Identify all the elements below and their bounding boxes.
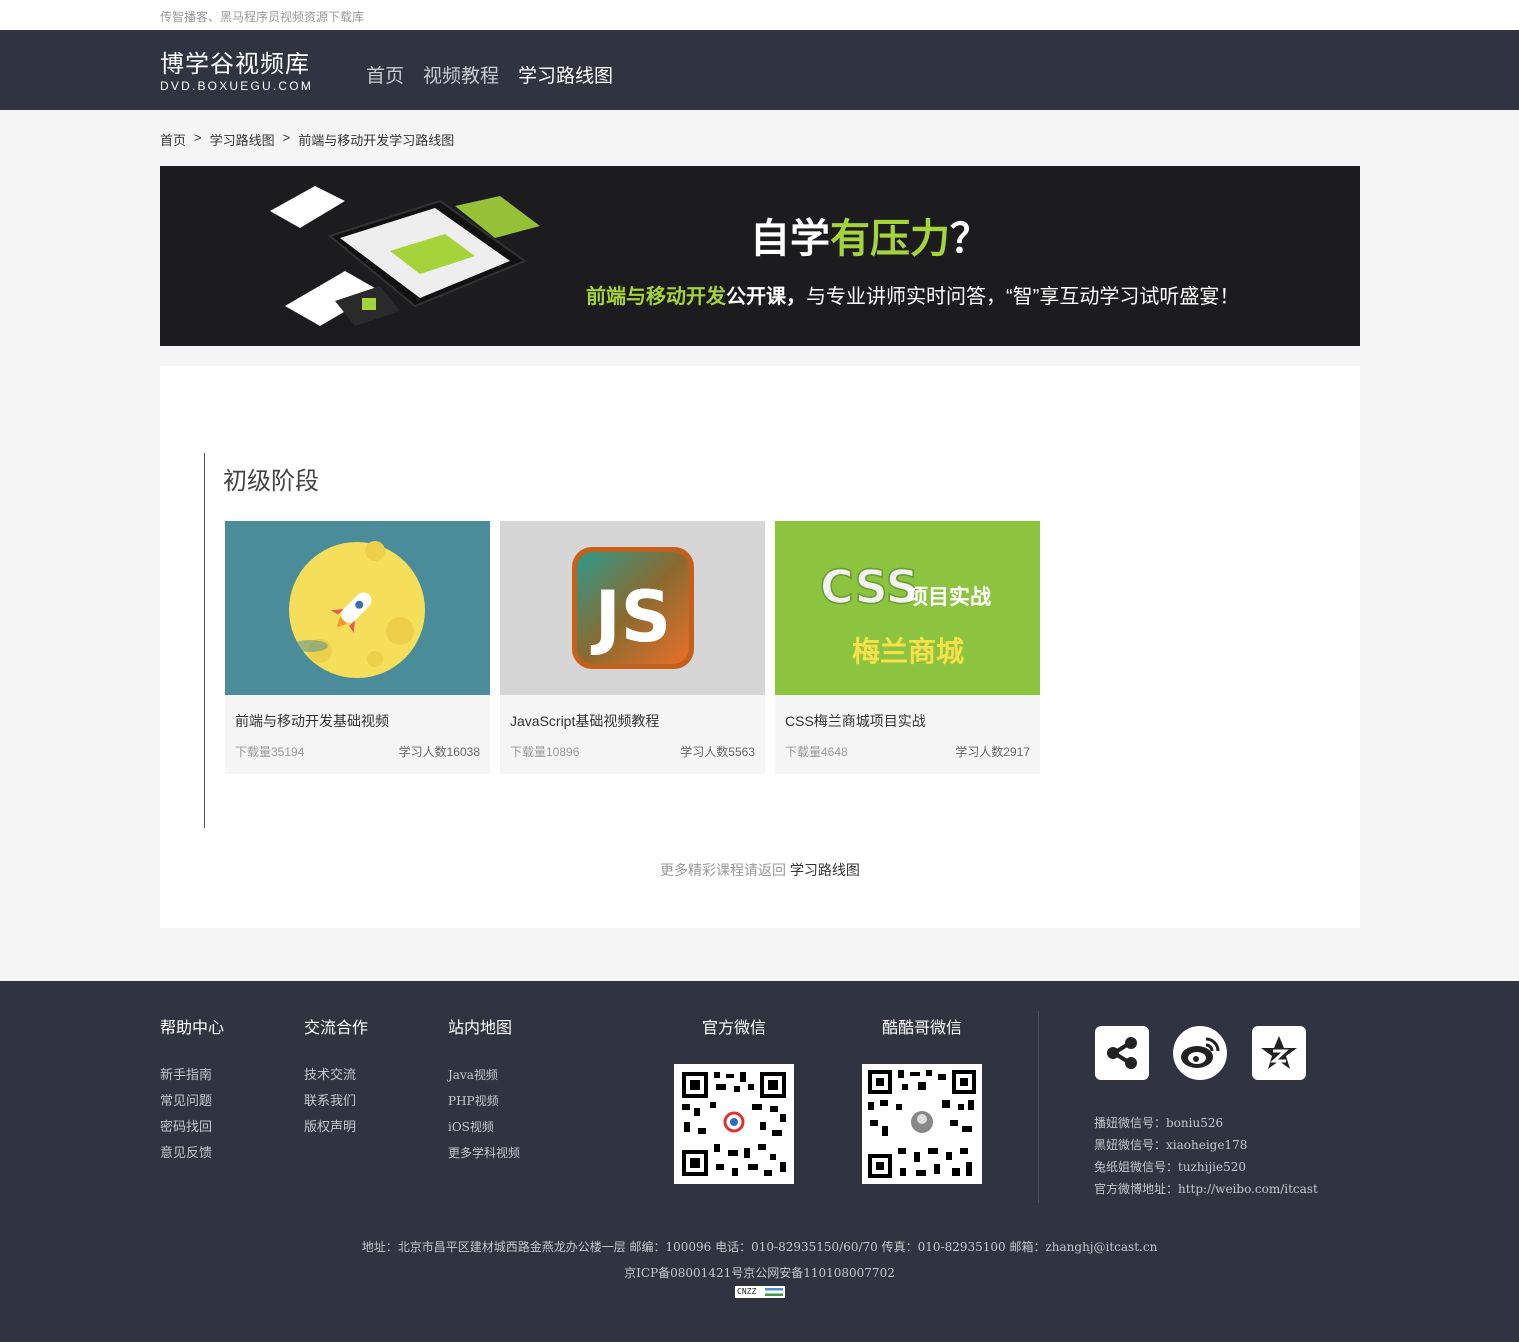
footer-link[interactable]: 意见反馈 (160, 1140, 224, 1166)
banner-headline: 自学有压力？ (750, 217, 990, 261)
footer-address: 地址：北京市昌平区建材城西路金燕龙办公楼一层 邮编：100096 电话：010-… (361, 1240, 1158, 1254)
logo-title[interactable]: 博学谷视频库 (160, 44, 310, 79)
rocket-moon-icon (289, 541, 425, 678)
course-thumbnail[interactable]: JS (500, 521, 765, 695)
weibo-icon[interactable] (1173, 1026, 1227, 1080)
course-downloads: 下载量4648 (785, 745, 848, 759)
kuku-wechat-title: 酷酷哥微信 (881, 1020, 962, 1037)
cnzz-badge[interactable]: CNZZ (735, 1286, 785, 1298)
official-wechat-block: 官方微信 (674, 1014, 794, 1184)
banner-subtitle: 前端与移动开发公开课，与专业讲师实时问答，“智”享互动学习试听盛宴！ (586, 286, 1240, 308)
course-name[interactable]: JavaScript基础视频教程 (510, 711, 659, 731)
footer-divider (1038, 1011, 1039, 1203)
footer-link[interactable]: 更多学科视频 (448, 1140, 520, 1166)
footer-sitemap-title: 站内地图 (448, 1020, 513, 1037)
svg-text:JS: JS (591, 576, 671, 658)
breadcrumb-separator: > (194, 130, 202, 145)
contact-line: 兔纸姐微信号：tuzhijie520 (1094, 1160, 1247, 1174)
official-wechat-qr-code (674, 1064, 794, 1184)
footer-coop-column: 交流合作 技术交流 联系我们 版权声明 (304, 1014, 368, 1140)
course-card[interactable]: 前端与移动开发基础视频 下载量35194 学习人数16038 (225, 521, 490, 774)
contact-line[interactable]: 官方微博地址：http://weibo.com/itcast (1094, 1178, 1318, 1200)
course-students: 学习人数2917 (955, 745, 1030, 759)
course-card[interactable]: JS JavaScript基础视频教程 下载量10896 学习人数5563 (500, 521, 765, 774)
course-students: 学习人数5563 (680, 745, 755, 759)
official-wechat-title: 官方微信 (701, 1020, 766, 1037)
course-students: 学习人数16038 (398, 745, 480, 759)
course-thumbnail[interactable] (225, 521, 490, 695)
footer-link[interactable]: 常见问题 (160, 1088, 224, 1114)
course-downloads: 下载量35194 (235, 745, 305, 759)
kuku-wechat-block: 酷酷哥微信 (862, 1014, 982, 1184)
contact-line: 黑妞微信号：xiaoheige178 (1094, 1138, 1248, 1152)
contact-info: 播妞微信号：boniu526 黑妞微信号：xiaoheige178 兔纸姐微信号… (1094, 1112, 1318, 1200)
footer-icp[interactable]: 京ICP备08001421号京公网安备110108007702 (0, 1264, 1519, 1281)
kuku-wechat-qr-code (862, 1064, 982, 1184)
course-downloads: 下载量10896 (510, 745, 580, 759)
course-panel: 初级阶段 前端与移动开发基础视频 下载量35194 学习人数16038 JS J… (160, 366, 1360, 928)
footer-help-column: 帮助中心 新手指南 常见问题 密码找回 意见反馈 (160, 1014, 224, 1166)
js-logo-icon: JS (572, 547, 694, 669)
svg-text:梅兰商城: 梅兰商城 (852, 635, 964, 668)
nav-learning-roadmap[interactable]: 学习路线图 (518, 61, 613, 88)
breadcrumb-current: 前端与移动开发学习路线图 (298, 133, 455, 148)
breadcrumb-separator: > (282, 130, 291, 145)
stage-timeline-line (204, 453, 205, 828)
stage-title: 初级阶段 (223, 468, 319, 495)
phone-mockup-illustration (270, 186, 540, 326)
footer-link[interactable]: 密码找回 (160, 1114, 224, 1140)
nav-home[interactable]: 首页 (366, 61, 404, 88)
footer-link[interactable]: 技术交流 (304, 1062, 368, 1088)
footer-coop-title: 交流合作 (304, 1020, 369, 1037)
footer-link[interactable]: 联系我们 (304, 1088, 368, 1114)
share-icon[interactable] (1095, 1026, 1149, 1080)
promo-banner[interactable]: 自学有压力？ 前端与移动开发公开课，与专业讲师实时问答，“智”享互动学习试听盛宴… (160, 166, 1360, 346)
top-strip: 传智播客、黑马程序员视频资源下载库 (0, 0, 1519, 30)
qzone-icon[interactable] (1252, 1026, 1306, 1080)
footer-link[interactable]: iOS视频 (448, 1114, 520, 1140)
contact-line: 播妞微信号：boniu526 (1094, 1116, 1224, 1130)
svg-text:CSS: CSS (820, 560, 919, 614)
footer-link[interactable]: PHP视频 (448, 1088, 520, 1114)
course-name[interactable]: 前端与移动开发基础视频 (235, 711, 389, 731)
more-courses-note: 更多精彩课程请返回 学习路线图 (660, 862, 860, 878)
svg-text:项目实战: 项目实战 (907, 585, 991, 609)
footer-link[interactable]: Java视频 (448, 1062, 520, 1088)
course-thumbnail[interactable]: CSS 项目实战 梅兰商城 (775, 521, 1040, 695)
site-tagline: 传智播客、黑马程序员视频资源下载库 (160, 10, 365, 24)
logo-subtitle[interactable]: DVD.BOXUEGU.COM (160, 79, 313, 93)
breadcrumb-roadmap[interactable]: 学习路线图 (210, 130, 275, 149)
site-footer: 帮助中心 新手指南 常见问题 密码找回 意见反馈 交流合作 技术交流 联系我们 … (0, 981, 1519, 1342)
css-project-icon: CSS 项目实战 梅兰商城 (819, 559, 991, 668)
nav-video-tutorials[interactable]: 视频教程 (423, 61, 499, 88)
footer-sitemap-column: 站内地图 Java视频 PHP视频 iOS视频 更多学科视频 (448, 1014, 520, 1166)
main-nav: 首页 视频教程 学习路线图 (366, 61, 613, 88)
site-header: 博学谷视频库 DVD.BOXUEGU.COM 首页 视频教程 学习路线图 (0, 30, 1519, 110)
breadcrumb: 首页 > 学习路线图 > 前端与移动开发学习路线图 (160, 130, 454, 149)
footer-link[interactable]: 新手指南 (160, 1062, 224, 1088)
course-card[interactable]: CSS 项目实战 梅兰商城 CSS梅兰商城项目实战 下载量4648 学习人数29… (775, 521, 1040, 774)
breadcrumb-home[interactable]: 首页 (160, 130, 186, 149)
footer-help-title: 帮助中心 (160, 1020, 225, 1037)
course-name[interactable]: CSS梅兰商城项目实战 (785, 711, 926, 731)
roadmap-link[interactable]: 学习路线图 (790, 862, 860, 878)
footer-link[interactable]: 版权声明 (304, 1114, 368, 1140)
